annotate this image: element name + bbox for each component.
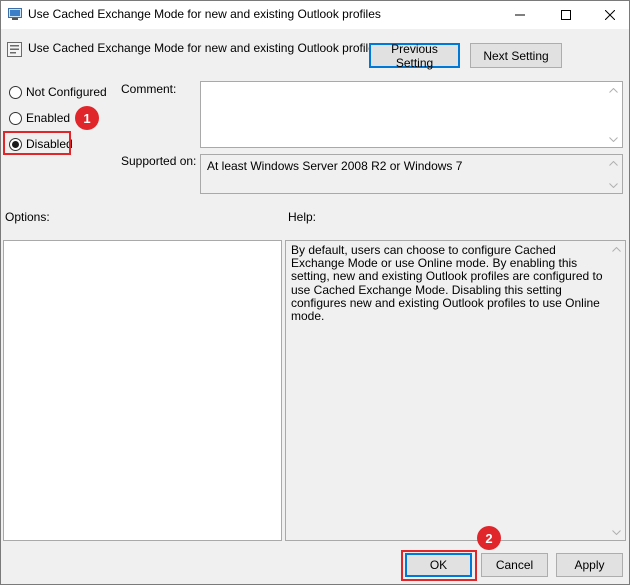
- cancel-button[interactable]: Cancel: [481, 553, 548, 577]
- comment-label: Comment:: [121, 82, 177, 96]
- minimize-button[interactable]: [497, 1, 543, 29]
- radio-enabled[interactable]: Enabled: [9, 111, 70, 125]
- help-panel: By default, users can choose to configur…: [285, 240, 626, 541]
- help-text: By default, users can choose to configur…: [291, 243, 603, 324]
- previous-setting-button[interactable]: Previous Setting: [369, 42, 460, 70]
- radio-circle[interactable]: [9, 111, 22, 125]
- options-panel: [3, 240, 282, 541]
- comment-textbox[interactable]: [200, 81, 623, 148]
- supported-scrollbar[interactable]: [605, 155, 622, 193]
- policy-dialog: Use Cached Exchange Mode for new and exi…: [0, 0, 630, 585]
- supported-on-value: At least Windows Server 2008 R2 or Windo…: [207, 159, 463, 173]
- options-label: Options:: [5, 210, 50, 224]
- scroll-up-icon[interactable]: [605, 83, 622, 97]
- policy-setting-icon: [7, 42, 22, 57]
- scroll-up-icon[interactable]: [605, 156, 622, 170]
- radio-label: Enabled: [26, 111, 71, 125]
- title-bar: Use Cached Exchange Mode for new and exi…: [1, 1, 629, 29]
- minimize-icon: [515, 14, 525, 16]
- radio-circle[interactable]: [9, 85, 22, 99]
- step-badge-2: 2: [477, 526, 501, 550]
- supported-on-box: At least Windows Server 2008 R2 or Windo…: [200, 154, 623, 194]
- comment-scrollbar[interactable]: [605, 82, 622, 147]
- setting-title: Use Cached Exchange Mode for new and exi…: [28, 41, 381, 55]
- radio-label: Not Configured: [26, 85, 107, 99]
- supported-on-label: Supported on:: [121, 154, 197, 168]
- help-scrollbar[interactable]: [608, 241, 625, 540]
- close-button[interactable]: [587, 1, 630, 29]
- help-label: Help:: [288, 210, 317, 224]
- scroll-down-icon[interactable]: [608, 525, 625, 539]
- radio-not-configured[interactable]: Not Configured: [9, 85, 107, 99]
- window-title: Use Cached Exchange Mode for new and exi…: [28, 7, 381, 21]
- scroll-down-icon[interactable]: [605, 178, 622, 192]
- maximize-icon: [561, 10, 571, 20]
- maximize-button[interactable]: [543, 1, 589, 29]
- scroll-up-icon[interactable]: [608, 242, 625, 256]
- apply-button[interactable]: Apply: [556, 553, 623, 577]
- close-icon: [605, 10, 615, 20]
- step-badge-1: 1: [75, 106, 99, 130]
- policy-icon: [8, 8, 22, 21]
- scroll-down-icon[interactable]: [605, 132, 622, 146]
- ok-button[interactable]: OK: [405, 553, 472, 577]
- highlight-disabled: [3, 131, 71, 155]
- next-setting-button[interactable]: Next Setting: [470, 43, 562, 68]
